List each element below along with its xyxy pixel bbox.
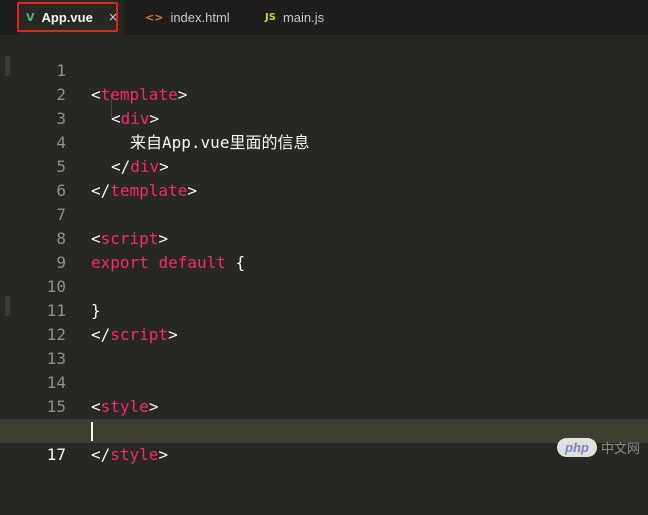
watermark: php 中文网 <box>557 438 640 457</box>
code-line: 2 <div> <box>0 59 648 83</box>
code-line: 15 <box>0 371 648 395</box>
php-logo: php <box>557 438 597 457</box>
code-line: 12 <box>0 299 648 323</box>
code-line: 10 } <box>0 251 648 275</box>
code-line: 4 </div> <box>0 107 648 131</box>
code-line: 13 <box>0 323 648 347</box>
tab-index-html[interactable]: <> index.html <box>137 0 257 35</box>
code-line: 11 </script> <box>0 275 648 299</box>
vue-icon: V <box>26 11 35 24</box>
tab-label: App.vue <box>42 10 93 25</box>
code-line: 14 <style> <box>0 347 648 371</box>
close-icon[interactable]: × <box>108 10 118 24</box>
tab-app-vue[interactable]: V App.vue × <box>18 0 124 35</box>
code-editor[interactable]: 1 <template> 2 <div> 3 来自App.vue里面的信息 4 … <box>0 35 648 463</box>
code-line: 7 <script> <box>0 179 648 203</box>
tab-bar: V App.vue × <> index.html JS main.js <box>0 0 648 35</box>
tab-main-js[interactable]: JS main.js <box>257 0 367 35</box>
text-cursor <box>91 422 93 441</box>
code-line: 9 <box>0 227 648 251</box>
code-line: 5 </template> <box>0 131 648 155</box>
watermark-text: 中文网 <box>601 438 640 457</box>
code-line: 6 <box>0 155 648 179</box>
code-line: 3 来自App.vue里面的信息 <box>0 83 648 107</box>
line-number: 17 <box>0 443 66 467</box>
current-code-line: 17 <box>0 419 648 443</box>
code-line: 16 </style> <box>0 395 648 419</box>
code-line: 8 export default { <box>0 203 648 227</box>
tab-label: main.js <box>283 10 324 25</box>
js-icon: JS <box>265 12 276 23</box>
tab-label: index.html <box>170 10 229 25</box>
html-icon: <> <box>145 11 163 24</box>
code-line: 1 <template> <box>0 35 648 59</box>
